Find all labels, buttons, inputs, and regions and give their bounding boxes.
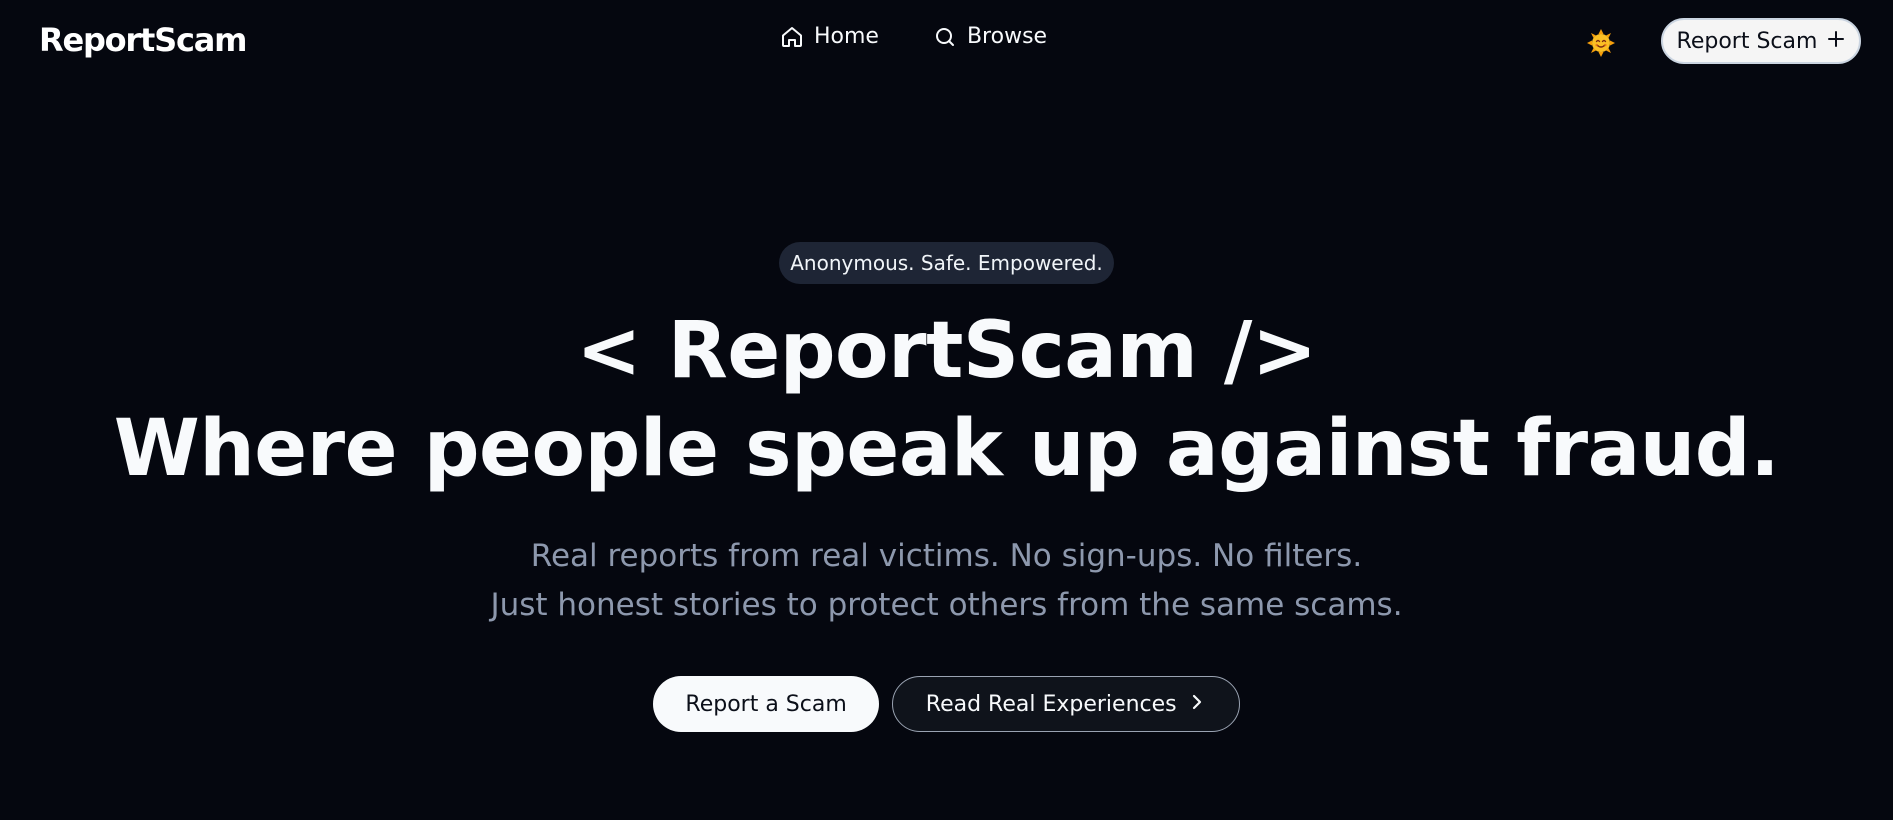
nav-home-link[interactable]: Home: [780, 24, 879, 49]
read-experiences-button[interactable]: Read Real Experiences: [891, 676, 1240, 732]
plus-icon: [1827, 29, 1845, 54]
home-icon: [780, 25, 804, 49]
hero-headline: < ReportScam /> Where people speak up ag…: [0, 302, 1893, 498]
report-a-scam-button[interactable]: Report a Scam: [653, 676, 879, 732]
search-icon: [933, 25, 957, 49]
hero-actions: Report a Scam Read Real Experiences: [0, 676, 1893, 732]
navbar: ReportScam Home Browse Report Scam: [0, 0, 1893, 84]
sun-emoji-icon: [1587, 29, 1615, 57]
nav-browse-label: Browse: [966, 24, 1048, 49]
read-experiences-label: Read Real Experiences: [925, 691, 1177, 717]
report-scam-button[interactable]: Report Scam: [1661, 18, 1861, 64]
tagline-badge: Anonymous. Safe. Empowered.: [779, 242, 1114, 284]
hero-section: Anonymous. Safe. Empowered. < ReportScam…: [0, 242, 1893, 732]
subtext-line-1: Real reports from real victims. No sign-…: [530, 538, 1363, 574]
nav-home-label: Home: [814, 24, 879, 49]
nav-browse-link[interactable]: Browse: [933, 24, 1047, 49]
hero-subtext: Real reports from real victims. No sign-…: [0, 532, 1893, 630]
headline-line-2: Where people speak up against fraud.: [113, 404, 1780, 494]
subtext-line-2: Just honest stories to protect others fr…: [490, 587, 1403, 623]
chevron-right-icon: [1191, 692, 1203, 717]
headline-line-1: < ReportScam />: [576, 306, 1317, 396]
report-scam-label: Report Scam: [1676, 28, 1818, 54]
brand-logo[interactable]: ReportScam: [39, 21, 247, 59]
nav-links: Home Browse: [780, 24, 1047, 49]
theme-toggle-button[interactable]: [1586, 28, 1616, 58]
